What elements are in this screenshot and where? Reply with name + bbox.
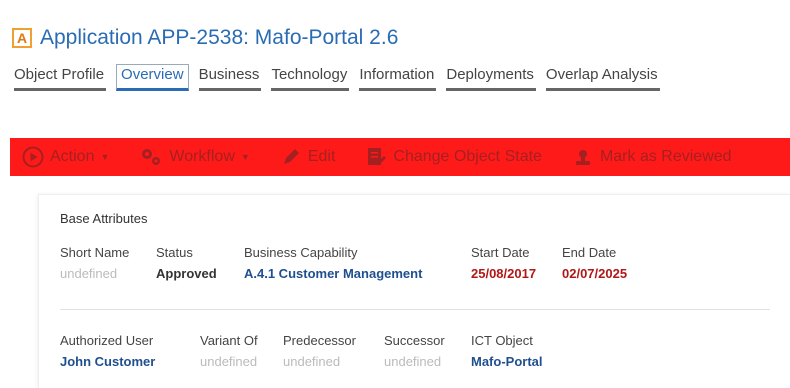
action-menu-button[interactable]: Action ▼	[22, 146, 109, 168]
attr-label: Short Name	[60, 245, 130, 260]
attr-value: undefined	[200, 354, 258, 369]
attr-short-name: Short Name undefined	[60, 245, 129, 281]
ict-object-link[interactable]: Mafo-Portal	[471, 354, 543, 369]
attr-label: Variant Of	[200, 333, 258, 348]
action-toolbar: Action ▼ Workflow ▼ Edit Change Object S…	[10, 138, 790, 176]
attr-business-capability: Business Capability A.4.1 Customer Manag…	[244, 245, 422, 281]
tab-technology[interactable]: Technology	[271, 66, 350, 91]
attr-label: Business Capability	[244, 245, 358, 260]
tab-information[interactable]: Information	[359, 66, 437, 91]
end-date-value: 02/07/2025	[562, 266, 628, 281]
attr-variant-of: Variant Of undefined	[200, 333, 258, 369]
document-edit-icon	[365, 146, 387, 168]
attr-label: Status	[156, 245, 193, 260]
edit-label: Edit	[307, 148, 336, 165]
play-circle-icon	[22, 146, 44, 168]
attr-predecessor: Predecessor undefined	[283, 333, 356, 369]
attr-label: Authorized User	[60, 333, 154, 348]
stamp-icon	[572, 146, 594, 168]
page-header: A Application APP-2538: Mafo-Portal 2.6	[12, 26, 398, 50]
action-menu-label: Action	[50, 148, 95, 165]
business-capability-link[interactable]: A.4.1 Customer Management	[244, 266, 422, 281]
change-object-state-button[interactable]: Change Object State	[365, 146, 542, 168]
attr-start-date: Start Date 25/08/2017	[471, 245, 536, 281]
application-type-icon: A	[12, 28, 32, 48]
pencil-icon	[280, 146, 302, 168]
attr-authorized-user: Authorized User John Customer	[60, 333, 155, 369]
attr-label: Predecessor	[283, 333, 356, 348]
authorized-user-link[interactable]: John Customer	[60, 354, 155, 369]
status-value: Approved	[156, 266, 217, 281]
attr-value: undefined	[60, 266, 118, 281]
attr-label: End Date	[562, 245, 617, 260]
divider	[60, 309, 770, 310]
attr-value: undefined	[283, 354, 341, 369]
tab-object-profile[interactable]: Object Profile	[14, 66, 107, 91]
attr-end-date: End Date 02/07/2025	[562, 245, 627, 281]
attr-label: Start Date	[471, 245, 530, 260]
attr-status: Status Approved	[156, 245, 217, 281]
change-object-state-label: Change Object State	[393, 148, 542, 165]
start-date-value: 25/08/2017	[471, 266, 537, 281]
section-title: Base Attributes	[60, 211, 148, 226]
attr-label: Successor	[384, 333, 445, 348]
workflow-menu-button[interactable]: Workflow ▼	[139, 146, 250, 168]
workflow-menu-label: Workflow	[169, 148, 235, 165]
tab-bar: Object Profile Overview Business Technol…	[14, 64, 670, 91]
gears-icon	[139, 146, 163, 168]
edit-button[interactable]: Edit	[280, 146, 336, 168]
attr-value: undefined	[384, 354, 442, 369]
chevron-down-icon: ▼	[100, 152, 110, 162]
tab-business[interactable]: Business	[198, 66, 262, 91]
attr-successor: Successor undefined	[384, 333, 445, 369]
attr-ict-object: ICT Object Mafo-Portal	[471, 333, 543, 369]
attr-label: ICT Object	[471, 333, 533, 348]
base-attributes-panel: Base Attributes Short Name undefined Sta…	[38, 194, 790, 388]
mark-as-reviewed-button[interactable]: Mark as Reviewed	[572, 146, 732, 168]
page-title: Application APP-2538: Mafo-Portal 2.6	[40, 26, 399, 49]
tab-overlap-analysis[interactable]: Overlap Analysis	[545, 66, 660, 91]
tab-overview[interactable]: Overview	[116, 64, 189, 91]
chevron-down-icon: ▼	[240, 152, 250, 162]
tab-deployments[interactable]: Deployments	[446, 66, 536, 91]
mark-as-reviewed-label: Mark as Reviewed	[599, 148, 732, 165]
